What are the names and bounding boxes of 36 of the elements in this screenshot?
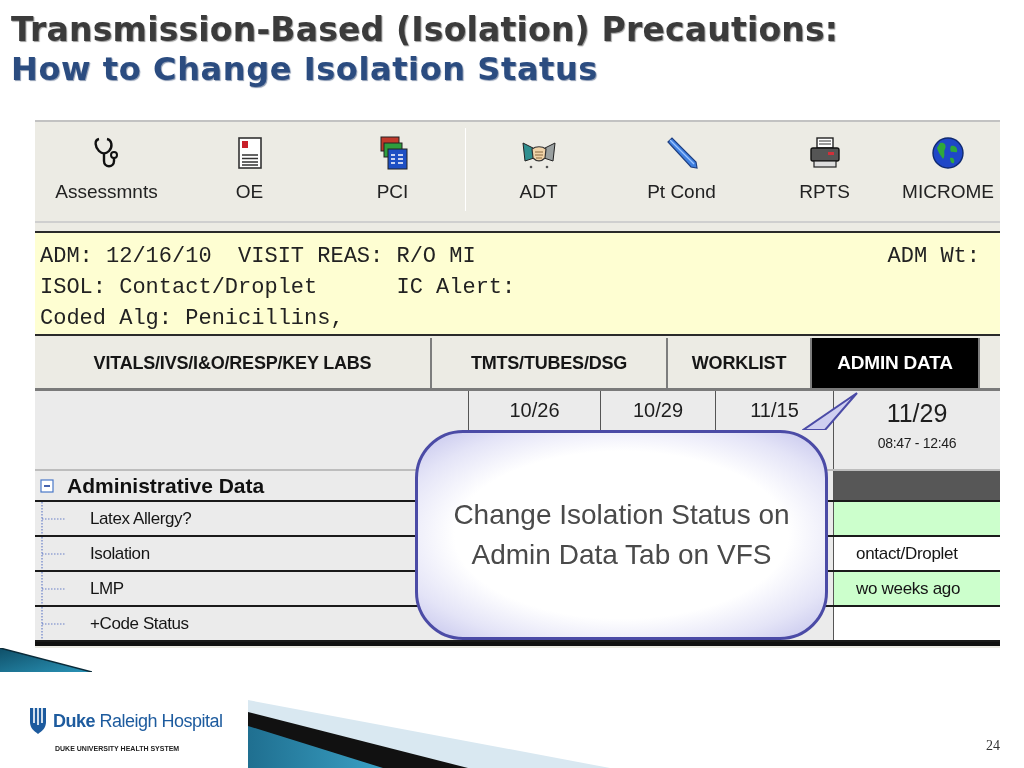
row-label: LMP (90, 578, 124, 600)
banner-text: ADM: 12/16/10 VISIT REAS: R/O MI (40, 243, 476, 271)
page-number: 24 (986, 738, 1000, 754)
banner-text: ISOL: Contact/Droplet IC Alert: (40, 274, 516, 302)
callout-text: Change Isolation Status on Admin Data Tab on VFS (453, 498, 790, 572)
globe-icon (931, 136, 965, 170)
column-date: 11/15 (750, 398, 799, 423)
slide-subtitle: How to Change Isolation Status (11, 50, 598, 88)
collapse-icon[interactable] (40, 478, 54, 493)
toolbar-button[interactable]: Assessmnts (35, 122, 178, 221)
toolbar-button[interactable]: OE (178, 122, 321, 221)
banner-text: ADM Wt: (887, 243, 980, 271)
column-date: 10/29 (632, 398, 684, 423)
tab[interactable]: VITALS/IVS/I&O/RESP/KEY LABS (35, 338, 432, 388)
toolbar-button[interactable]: ADT (467, 122, 610, 221)
banner-text: Coded Alg: Penicillins, (40, 305, 344, 333)
toolbar-button[interactable]: MICROME (896, 122, 1000, 221)
printer-icon (807, 136, 842, 170)
table-cell: wo weeks ago (833, 572, 1000, 605)
column-time: 08:47 - 12:46 (877, 434, 957, 453)
column-date: 10/26 (509, 398, 560, 423)
tab[interactable]: ADMIN DATA (812, 338, 980, 388)
shield-logo-icon (30, 708, 46, 734)
slide-title: Transmission-Based (Isolation) Precautions: (11, 10, 839, 50)
column-date: 11/29 (886, 398, 948, 429)
table-cell: ontact/Droplet (833, 537, 1000, 570)
logo-text: Duke Raleigh Hospital (53, 710, 223, 733)
tab[interactable]: TMTS/TUBES/DSG (432, 338, 668, 388)
section-heading: Administrative Data (67, 472, 265, 499)
toolbar-button[interactable]: Pt Cond (610, 122, 753, 221)
toolbar-button[interactable]: RPTS (753, 122, 896, 221)
row-label: +Code Status (90, 613, 189, 635)
callout-pointer (802, 392, 858, 430)
row-label: Isolation (90, 543, 150, 565)
row-label: Latex Allergy? (90, 508, 192, 530)
toolbar-button[interactable]: PCI (321, 122, 464, 221)
